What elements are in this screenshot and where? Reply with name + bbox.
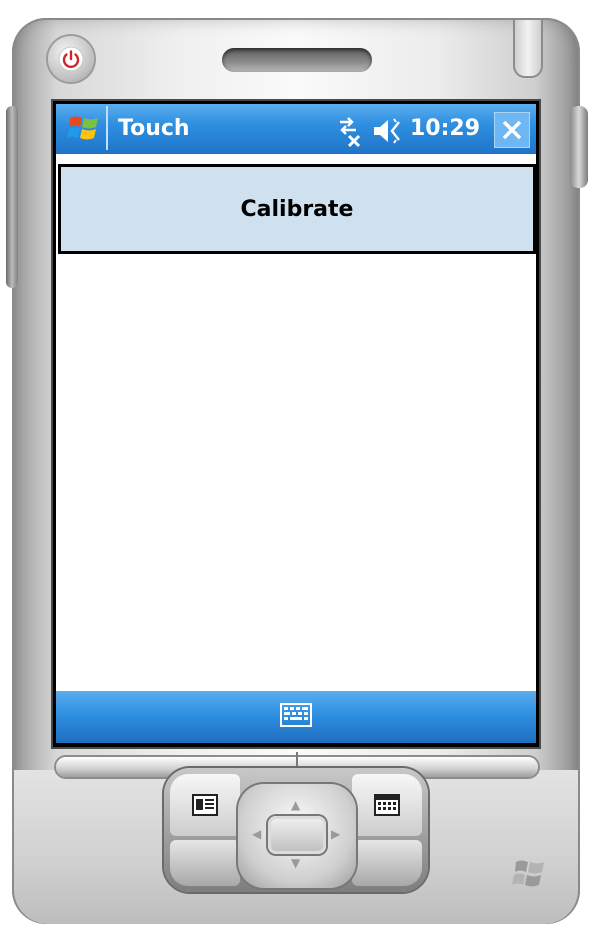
content-area: Calibrate: [56, 158, 536, 691]
app-title: Touch: [118, 116, 190, 141]
up-arrow-icon: ▲: [291, 798, 301, 812]
down-arrow-icon: ▼: [291, 856, 301, 870]
left-soft-key[interactable]: [170, 774, 240, 836]
windows-flag-icon[interactable]: [66, 110, 102, 146]
title-bar: Touch 10:29: [56, 104, 536, 158]
left-arrow-icon: ◀: [252, 827, 262, 841]
windows-logo-icon: [512, 860, 544, 887]
side-button-right[interactable]: [570, 106, 588, 188]
call-key[interactable]: [170, 840, 240, 886]
volume-muted-icon[interactable]: [372, 116, 404, 146]
power-icon: [58, 46, 84, 72]
calibrate-button[interactable]: Calibrate: [58, 164, 536, 254]
right-arrow-icon: ▶: [331, 827, 341, 841]
clock[interactable]: 10:29: [410, 116, 480, 141]
calendar-icon: [374, 794, 400, 816]
power-button[interactable]: [48, 36, 94, 82]
stylus-slot: [513, 20, 543, 78]
menu-bar: [56, 691, 536, 743]
earpiece-speaker: [222, 48, 372, 72]
connectivity-icon[interactable]: [330, 114, 366, 150]
right-soft-key[interactable]: [352, 774, 422, 836]
dpad-center-button[interactable]: [268, 816, 326, 854]
close-icon: [502, 120, 522, 140]
close-button[interactable]: [494, 112, 530, 148]
keyboard-icon[interactable]: [280, 703, 312, 727]
title-separator: [106, 106, 108, 150]
end-key[interactable]: [352, 840, 422, 886]
side-volume-rocker[interactable]: [6, 106, 18, 288]
contacts-icon: [192, 794, 218, 816]
